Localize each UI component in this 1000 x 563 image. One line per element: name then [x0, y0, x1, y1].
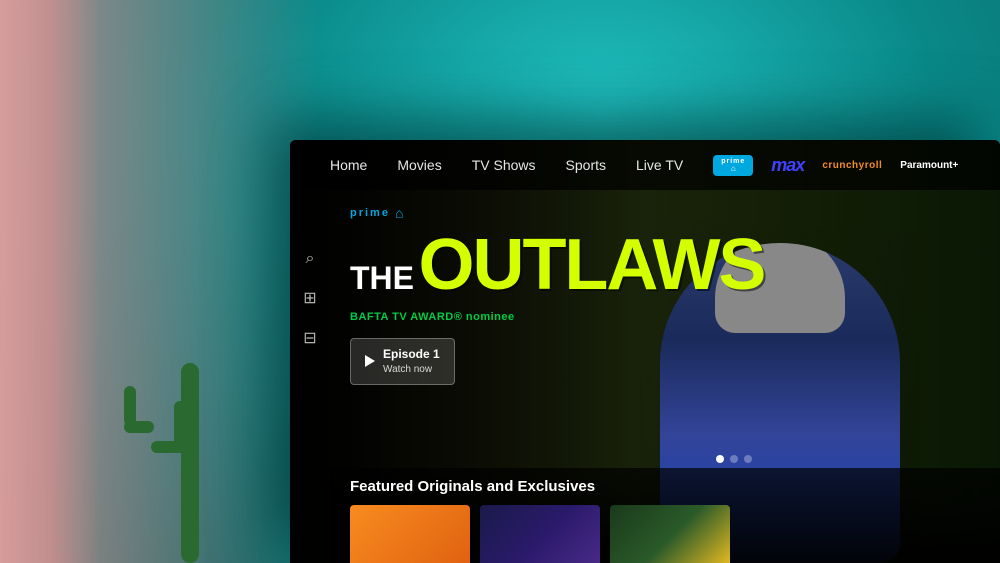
show-title: THE OUTLAWS	[350, 229, 764, 301]
title-the: THE	[350, 260, 414, 296]
nav-sports[interactable]: Sports	[566, 157, 606, 173]
tv-frame: Home Movies TV Shows Sports Live TV prim…	[290, 140, 1000, 563]
thumbnail-2[interactable]	[480, 505, 600, 563]
award-badge: BAFTA TV AWARD® nominee	[350, 311, 764, 323]
pagination-dots	[716, 455, 752, 463]
watch-now-label: Watch now	[383, 363, 440, 376]
thumbnail-3[interactable]	[610, 505, 730, 563]
bookmark-icon[interactable]: ⊟	[303, 328, 316, 348]
search-icon[interactable]: ⌕	[306, 250, 315, 268]
nav-tv-shows[interactable]: TV Shows	[472, 157, 536, 173]
nav-home[interactable]: Home	[330, 157, 367, 173]
section-title: Featured Originals and Exclusives	[350, 478, 1000, 495]
prime-badge-text: prime	[350, 207, 390, 219]
prime-logo: prime ⌂	[350, 205, 764, 221]
episode-label: Episode 1	[383, 347, 440, 363]
pagination-dot-3[interactable]	[744, 455, 752, 463]
thumbnails-row	[350, 505, 1000, 563]
max-logo[interactable]: max	[771, 155, 804, 176]
cactus-decoration	[80, 263, 300, 563]
watch-now-button[interactable]: Episode 1 Watch now	[350, 338, 455, 385]
pagination-dot-2[interactable]	[730, 455, 738, 463]
cactus-arm-right	[124, 421, 154, 433]
prime-arrow-icon: ⌂	[731, 165, 736, 173]
title-main: OUTLAWS	[418, 225, 764, 305]
play-icon	[365, 355, 375, 367]
paramount-logo[interactable]: Paramount+	[900, 160, 958, 171]
grid-icon[interactable]: ⊞	[303, 288, 316, 308]
bottom-section: Featured Originals and Exclusives	[330, 468, 1000, 563]
prime-channel-badge[interactable]: prime ⌂	[713, 155, 753, 176]
nav-live-tv[interactable]: Live TV	[636, 157, 683, 173]
tv-screen: Home Movies TV Shows Sports Live TV prim…	[290, 140, 1000, 563]
left-sidebar: ⌕ ⊞ ⊟	[290, 190, 330, 563]
channel-logos: prime ⌂ max crunchyroll Paramount+	[713, 155, 958, 176]
crunchyroll-logo[interactable]: crunchyroll	[822, 160, 882, 171]
hero-content: prime ⌂ THE OUTLAWS BAFTA TV AWARD® nomi…	[350, 205, 764, 385]
pagination-dot-1[interactable]	[716, 455, 724, 463]
prime-logo-arrow-icon: ⌂	[395, 205, 403, 221]
nav-movies[interactable]: Movies	[397, 157, 441, 173]
thumbnail-1[interactable]	[350, 505, 470, 563]
cactus-arm-left	[151, 441, 186, 453]
navigation-bar: Home Movies TV Shows Sports Live TV prim…	[290, 140, 1000, 190]
watch-button-text: Episode 1 Watch now	[383, 347, 440, 376]
cactus-main	[181, 363, 199, 563]
